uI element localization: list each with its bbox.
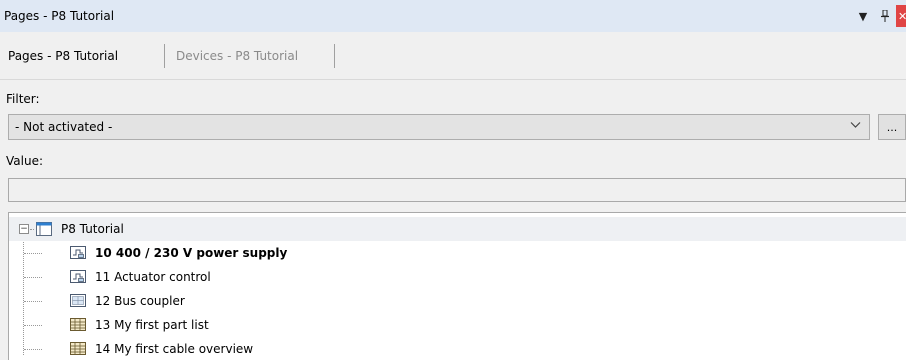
project-icon — [35, 220, 53, 241]
tree-item[interactable]: 14 My first cable overview — [9, 337, 906, 360]
schematic-page-icon — [69, 269, 87, 288]
tab-devices-label: Devices - P8 Tutorial — [176, 49, 299, 63]
schematic-page-icon — [69, 245, 87, 264]
tree-connector — [24, 349, 42, 350]
page-tree[interactable]: − P8 Tutorial 10 400 / 230 V power suppl… — [8, 212, 906, 360]
tree-root-label: P8 Tutorial — [61, 222, 124, 236]
value-field[interactable] — [8, 178, 906, 202]
tree-item-label: 14 My first cable overview — [95, 342, 254, 356]
tree-item[interactable]: 11 Actuator control — [9, 265, 906, 289]
chevron-down-icon[interactable] — [850, 119, 861, 132]
filter-label: Filter: — [6, 92, 40, 106]
tree-connector — [24, 277, 42, 278]
tree-item-label: 10 400 / 230 V power supply — [95, 246, 288, 260]
tree-item-label: 12 Bus coupler — [95, 294, 185, 308]
tree-item-label: 11 Actuator control — [95, 270, 211, 284]
tree-connector — [24, 301, 42, 302]
tab-pages[interactable]: Pages - P8 Tutorial — [8, 42, 118, 70]
tab-devices[interactable]: Devices - P8 Tutorial — [176, 42, 298, 70]
tree-item-label: 13 My first part list — [95, 318, 209, 332]
filter-selected-value: - Not activated - — [15, 120, 113, 134]
tab-pages-label: Pages - P8 Tutorial — [8, 49, 119, 63]
value-label: Value: — [6, 154, 43, 168]
list-page-icon — [69, 317, 87, 336]
panel-title: Pages - P8 Tutorial — [4, 9, 115, 23]
graphic-page-icon — [69, 293, 87, 312]
tab-bar: Pages - P8 Tutorial Devices - P8 Tutoria… — [0, 32, 906, 80]
tree-item[interactable]: 12 Bus coupler — [9, 289, 906, 313]
collapse-icon[interactable]: − — [19, 224, 29, 234]
panel-controls: ▼ ✕ — [852, 0, 906, 32]
dropdown-arrow-icon[interactable]: ▼ — [852, 5, 874, 27]
tree-root-row[interactable]: − P8 Tutorial — [9, 217, 906, 241]
panel-titlebar: Pages - P8 Tutorial ▼ ✕ — [0, 0, 906, 32]
filter-more-label: ... — [886, 120, 898, 134]
close-icon[interactable]: ✕ — [896, 5, 906, 27]
pin-icon[interactable] — [874, 5, 896, 27]
tree-item[interactable]: 13 My first part list — [9, 313, 906, 337]
tree-connector — [30, 229, 34, 230]
tree-connector — [24, 325, 42, 326]
filter-select[interactable]: - Not activated - — [8, 114, 870, 140]
tab-separator — [334, 44, 335, 68]
tree-item[interactable]: 10 400 / 230 V power supply — [9, 241, 906, 265]
tree-connector — [24, 253, 42, 254]
list-page-icon — [69, 341, 87, 360]
tab-separator — [164, 44, 165, 68]
filter-more-button[interactable]: ... — [878, 114, 906, 140]
